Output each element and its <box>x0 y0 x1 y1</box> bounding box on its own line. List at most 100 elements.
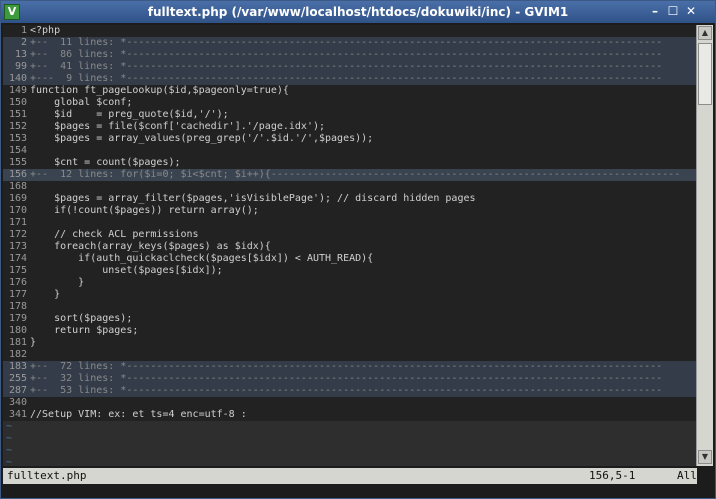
code-line[interactable]: 153 $pages = array_values(preg_grep('/'.… <box>3 133 697 145</box>
code-line[interactable]: 176 } <box>3 277 697 289</box>
code-line[interactable]: 172 // check ACL permissions <box>3 229 697 241</box>
line-text: +-- 86 lines: *-------------------------… <box>30 49 663 60</box>
line-number: 176 <box>8 277 27 288</box>
line-text: +-- 12 lines: for($i=0; $i<$cnt; $i++){-… <box>30 169 681 180</box>
close-icon[interactable]: ✕ <box>683 4 699 20</box>
line-number: 287 <box>8 385 27 396</box>
line-number: 177 <box>8 289 27 300</box>
vertical-scrollbar[interactable]: ▲ ▼ <box>696 25 713 466</box>
line-text: return $pages; <box>30 325 139 336</box>
code-line[interactable]: 180 return $pages; <box>3 325 697 337</box>
tilde-marker: ~ <box>6 433 13 444</box>
code-line[interactable]: 1 <?php <box>3 25 697 37</box>
fold-line[interactable]: 13 +-- 86 lines: *-----------------------… <box>3 49 697 61</box>
line-text: sort($pages); <box>30 313 133 324</box>
line-number: 173 <box>8 241 27 252</box>
fold-line[interactable]: 287 +-- 53 lines: *----------------------… <box>3 385 697 397</box>
line-number: 169 <box>8 193 27 204</box>
line-number: 154 <box>8 145 27 156</box>
scroll-up-icon[interactable]: ▲ <box>698 26 712 40</box>
code-line[interactable]: 174 if(auth_quickaclcheck($pages[$idx]) … <box>3 253 697 265</box>
scrollbar-thumb[interactable] <box>698 43 712 105</box>
line-number: 150 <box>8 97 27 108</box>
line-text: // check ACL permissions <box>30 229 199 240</box>
empty-buffer-area: ~ ~ ~ ~ <box>3 421 697 466</box>
line-number: 340 <box>8 397 27 408</box>
line-text: +-- 72 lines: *-------------------------… <box>30 361 663 372</box>
code-line[interactable]: 150 global $conf; <box>3 97 697 109</box>
line-number: 140 <box>8 73 27 84</box>
tilde-marker: ~ <box>6 421 13 432</box>
maximize-icon[interactable]: ☐ <box>665 4 681 20</box>
code-line[interactable]: 341//Setup VIM: ex: et ts=4 enc=utf-8 : <box>3 409 697 421</box>
line-text: $pages = array_values(preg_grep('/'.$id.… <box>30 133 374 144</box>
line-number: 2 <box>20 37 27 48</box>
code-line[interactable]: 340 <box>3 397 697 409</box>
line-number: 99 <box>14 61 27 72</box>
line-number: 341 <box>8 409 27 420</box>
line-text: <?php <box>30 25 61 36</box>
gvim-window: V fulltext.php (/var/www/localhost/htdoc… <box>0 0 716 499</box>
line-number: 153 <box>8 133 27 144</box>
line-text: foreach(array_keys($pages) as $idx){ <box>30 241 271 252</box>
line-number: 1 <box>20 25 27 36</box>
fold-line[interactable]: 255 +-- 32 lines: *----------------------… <box>3 373 697 385</box>
line-number: 183 <box>8 361 27 372</box>
command-line[interactable] <box>3 484 715 498</box>
status-percent: All <box>677 469 697 482</box>
line-text: if(auth_quickaclcheck($pages[$idx]) < AU… <box>30 253 374 264</box>
code-line[interactable]: 179 sort($pages); <box>3 313 697 325</box>
code-line[interactable]: 169 $pages = array_filter($pages,'isVisi… <box>3 193 697 205</box>
code-line[interactable]: 171 <box>3 217 697 229</box>
code-line[interactable]: 182 <box>3 349 697 361</box>
status-line: fulltext.php 156,5-1 All <box>3 468 697 484</box>
line-text: if(!count($pages)) return array(); <box>30 205 259 216</box>
tilde-line: ~ <box>3 421 697 433</box>
minimize-icon[interactable]: – <box>647 4 663 20</box>
line-number: 172 <box>8 229 27 240</box>
code-line[interactable]: 149 function ft_pageLookup($id,$pageonly=… <box>3 85 697 97</box>
tilde-line: ~ <box>3 433 697 445</box>
code-line[interactable]: 155 $cnt = count($pages); <box>3 157 697 169</box>
fold-line[interactable]: 99 +-- 41 lines: *-----------------------… <box>3 61 697 73</box>
line-number: 174 <box>8 253 27 264</box>
code-line[interactable]: 168 <box>3 181 697 193</box>
fold-line[interactable]: 183 +-- 72 lines: *----------------------… <box>3 361 697 373</box>
line-number: 155 <box>8 157 27 168</box>
line-number: 152 <box>8 121 27 132</box>
code-line[interactable]: 177 } <box>3 289 697 301</box>
line-text: $pages = file($conf['cachedir'].'/page.i… <box>30 121 326 132</box>
code-line[interactable]: 170 if(!count($pages)) return array(); <box>3 205 697 217</box>
status-filename: fulltext.php <box>7 469 87 482</box>
title-bar[interactable]: V fulltext.php (/var/www/localhost/htdoc… <box>1 1 715 23</box>
line-text: //Setup VIM: ex: et ts=4 enc=utf-8 : <box>30 409 247 420</box>
tilde-marker: ~ <box>6 457 13 466</box>
line-number: 178 <box>8 301 27 312</box>
line-number: 180 <box>8 325 27 336</box>
window-title: fulltext.php (/var/www/localhost/htdocs/… <box>147 5 569 19</box>
fold-line[interactable]: 140 +--- 9 lines: *----------------------… <box>3 73 697 85</box>
line-number: 255 <box>8 373 27 384</box>
line-number: 179 <box>8 313 27 324</box>
editor-buffer[interactable]: 1 <?php 2 +-- 11 lines: *------------------… <box>3 25 697 466</box>
line-text: function ft_pageLookup($id,$pageonly=tru… <box>30 85 289 96</box>
code-line[interactable]: 173 foreach(array_keys($pages) as $idx){ <box>3 241 697 253</box>
line-text: } <box>30 277 85 288</box>
line-number: 175 <box>8 265 27 276</box>
code-line[interactable]: 152 $pages = file($conf['cachedir'].'/pa… <box>3 121 697 133</box>
code-line[interactable]: 154 <box>3 145 697 157</box>
line-number: 13 <box>14 49 27 60</box>
line-text: $id = preg_quote($id,'/'); <box>30 109 229 120</box>
code-line[interactable]: 181} <box>3 337 697 349</box>
line-text: +-- 11 lines: *-------------------------… <box>30 37 663 48</box>
fold-line[interactable]: 2 +-- 11 lines: *------------------------… <box>3 37 697 49</box>
code-line[interactable]: 151 $id = preg_quote($id,'/'); <box>3 109 697 121</box>
line-text: +-- 41 lines: *-------------------------… <box>30 61 663 72</box>
fold-line[interactable]: 156 +-- 12 lines: for($i=0; $i<$cnt; $i++… <box>3 169 697 181</box>
code-line[interactable]: 175 unset($pages[$idx]); <box>3 265 697 277</box>
tilde-line: ~ <box>3 445 697 457</box>
line-text: +--- 9 lines: *-------------------------… <box>30 73 663 84</box>
code-line[interactable]: 178 <box>3 301 697 313</box>
scroll-down-icon[interactable]: ▼ <box>698 450 712 464</box>
line-text: global $conf; <box>30 97 133 108</box>
